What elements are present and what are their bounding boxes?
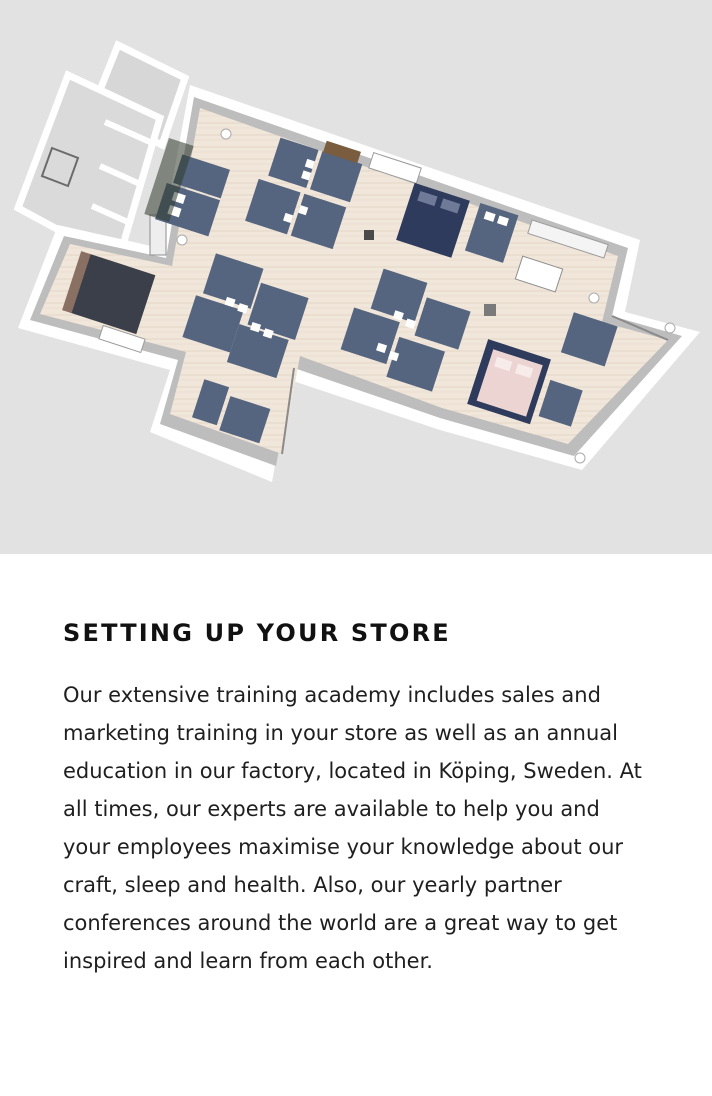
store-setup-section: SETTING UP YOUR STORE Our extensive trai… [63,618,663,980]
floorplan-illustration [13,40,700,482]
store-floorplan-image [0,0,712,554]
section-body-text: Our extensive training academy includes … [63,683,642,973]
section-title: SETTING UP YOUR STORE [63,619,451,647]
